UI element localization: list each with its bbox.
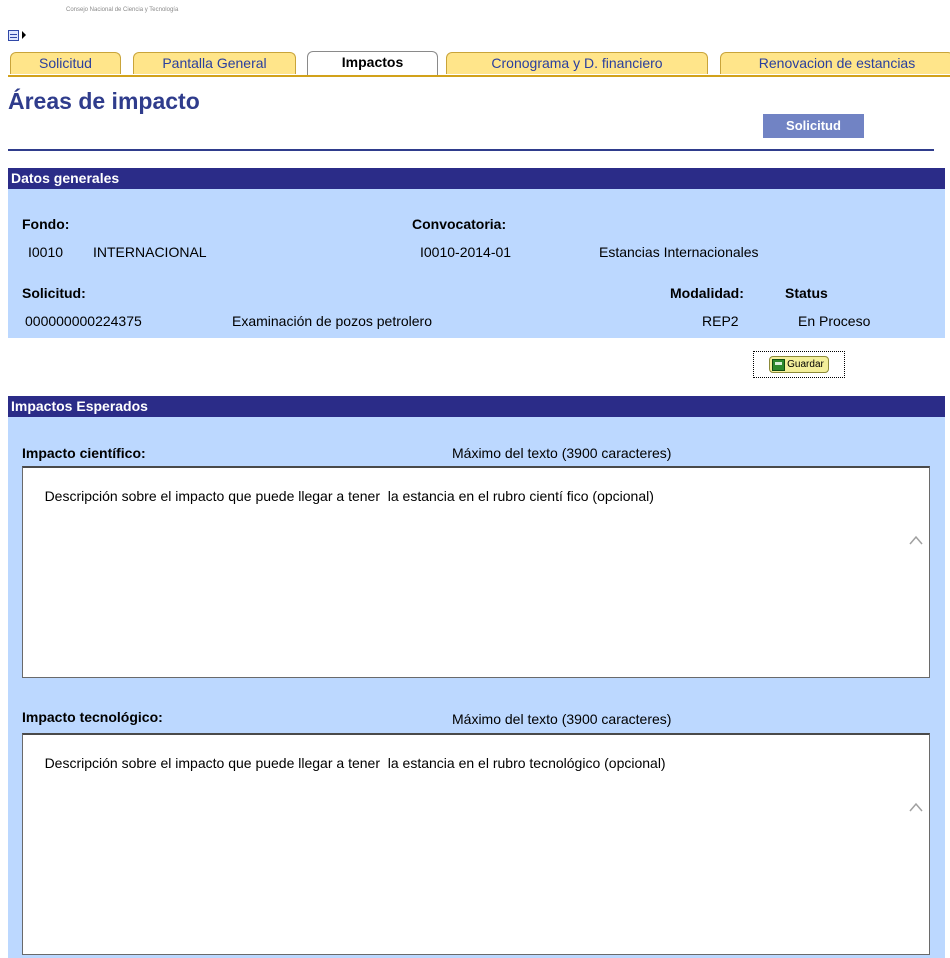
impacto-cientifico-max: Máximo del texto (3900 caracteres) — [452, 445, 672, 461]
guardar-button[interactable]: Guardar — [753, 351, 845, 378]
datos-generales-panel: Fondo: I0010 INTERNACIONAL Convocatoria:… — [8, 189, 945, 338]
scroll-up-icon[interactable] — [909, 770, 923, 812]
modalidad-label: Modalidad: — [670, 285, 744, 301]
expand-arrow-icon — [22, 31, 26, 39]
modalidad-value: REP2 — [702, 313, 739, 329]
save-icon — [772, 358, 786, 371]
convocatoria-name: Estancias Internacionales — [599, 244, 759, 260]
solicitud-button[interactable]: Solicitud — [763, 114, 864, 138]
status-label: Status — [785, 285, 828, 301]
impacto-tecnologico-max: Máximo del texto (3900 caracteres) — [452, 711, 672, 727]
tab-cronograma[interactable]: Cronograma y D. financiero — [446, 52, 708, 74]
header-faint-text: Consejo Nacional de Ciencia y Tecnología — [66, 7, 179, 13]
fondo-name: INTERNACIONAL — [93, 244, 207, 260]
solicitud-description: Examinación de pozos petrolero — [232, 313, 433, 329]
page-title: Áreas de impacto — [8, 88, 200, 114]
impacto-tecnologico-textarea[interactable]: Descripción sobre el impacto que puede l… — [22, 733, 930, 955]
tab-solicitud[interactable]: Solicitud — [10, 52, 121, 74]
impacto-cientifico-textarea[interactable]: Descripción sobre el impacto que puede l… — [22, 466, 930, 678]
impacto-tecnologico-text: Descripción sobre el impacto que puede l… — [44, 755, 666, 771]
tab-renovacion[interactable]: Renovacion de estancias — [720, 52, 950, 74]
fondo-code: I0010 — [28, 244, 64, 260]
datos-generales-header: Datos generales — [8, 168, 945, 189]
scroll-down-icon[interactable] — [909, 930, 923, 940]
impacto-tecnologico-label: Impacto tecnológico: — [22, 709, 163, 725]
status-value: En Proceso — [798, 313, 871, 329]
menu-icon — [8, 29, 19, 41]
impactos-esperados-header: Impactos Esperados — [8, 396, 945, 417]
solicitud-label: Solicitud: — [22, 285, 86, 301]
scroll-down-icon[interactable] — [909, 653, 923, 663]
solicitud-number: 000000000224375 — [25, 313, 142, 329]
scroll-up-icon[interactable] — [909, 503, 923, 545]
impactos-panel: Impacto científico: Máximo del texto (39… — [8, 417, 945, 958]
title-divider — [8, 149, 934, 151]
convocatoria-code: I0010-2014-01 — [420, 244, 512, 260]
convocatoria-label: Convocatoria: — [412, 216, 507, 232]
guardar-label: Guardar — [787, 359, 824, 370]
impacto-cientifico-text: Descripción sobre el impacto que puede l… — [44, 488, 654, 504]
menu-toggle-button[interactable] — [8, 27, 30, 43]
fondo-label: Fondo: — [22, 216, 70, 232]
tab-bar: Solicitud Pantalla General Impactos Cron… — [8, 51, 950, 77]
tab-impactos[interactable]: Impactos — [307, 51, 438, 75]
tab-pantalla-general[interactable]: Pantalla General — [133, 52, 296, 74]
impacto-cientifico-label: Impacto científico: — [22, 445, 146, 461]
